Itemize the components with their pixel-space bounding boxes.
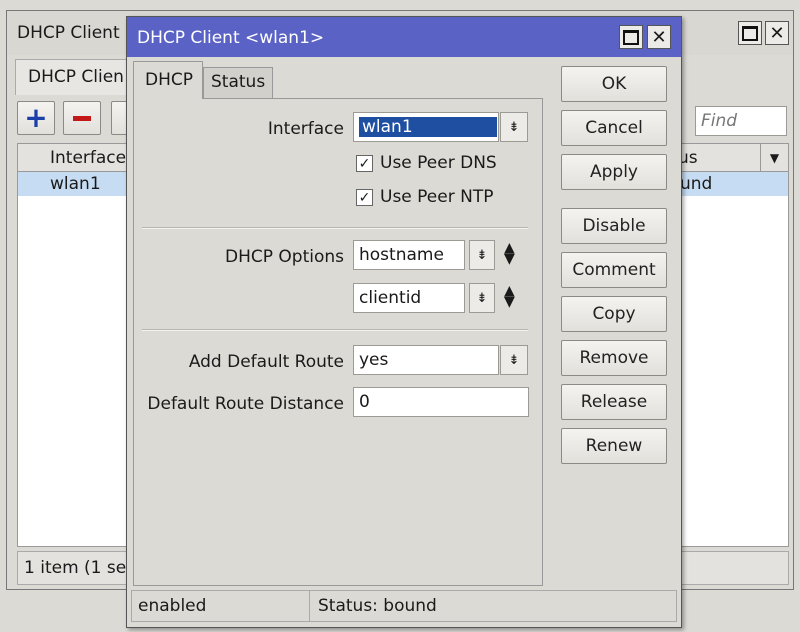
bg-maximize-button[interactable] xyxy=(738,21,762,45)
use-peer-dns-label: Use Peer DNS xyxy=(380,153,497,173)
dropdown-arrow-icon: ⇟ xyxy=(476,247,488,263)
cancel-button[interactable]: Cancel xyxy=(561,110,667,146)
column-menu-button[interactable]: ▼ xyxy=(760,144,788,172)
disable-button[interactable]: Disable xyxy=(561,208,667,244)
remove-toolbar-button[interactable] xyxy=(63,101,101,135)
dhcp-option-1-dropdown[interactable]: ⇟ xyxy=(469,240,495,270)
dhcp-options-label: DHCP Options xyxy=(225,247,344,267)
add-default-route-label: Add Default Route xyxy=(188,352,344,372)
tab-dhcp[interactable]: DHCP xyxy=(133,61,203,99)
dialog-maximize-button[interactable] xyxy=(619,25,643,49)
add-button[interactable]: + xyxy=(17,101,55,135)
dhcp-option-2-reorder-icon[interactable]: ▲ ▼ xyxy=(504,284,515,309)
copy-label: Copy xyxy=(592,304,636,324)
dialog-close-button[interactable]: ✕ xyxy=(647,25,671,49)
tab-dhcp-label: DHCP xyxy=(145,70,193,90)
dialog-title: DHCP Client <wlan1> xyxy=(137,28,325,48)
dhcp-tab-panel: Interface wlan1 ⇟ ✓ Use Peer DNS ✓ Use P… xyxy=(133,98,543,586)
use-peer-ntp-checkbox[interactable]: ✓ xyxy=(356,189,373,206)
maximize-icon xyxy=(623,29,639,45)
triangle-down-icon: ▼ xyxy=(769,151,780,165)
release-button[interactable]: Release xyxy=(561,384,667,420)
release-label: Release xyxy=(580,392,648,412)
remove-label: Remove xyxy=(579,348,649,368)
dhcp-option-1-field[interactable]: hostname xyxy=(353,240,465,270)
default-route-distance-label: Default Route Distance xyxy=(147,394,344,414)
close-icon: ✕ xyxy=(651,26,667,48)
dropdown-arrow-icon: ⇟ xyxy=(508,119,520,135)
find-input[interactable]: Find xyxy=(695,106,787,136)
find-placeholder: Find xyxy=(701,111,738,131)
disable-label: Disable xyxy=(582,216,646,236)
ok-button[interactable]: OK xyxy=(561,66,667,102)
bg-close-button[interactable]: ✕ xyxy=(765,21,789,45)
separator xyxy=(142,329,528,331)
minus-icon xyxy=(73,115,91,121)
bg-footer-text: 1 item (1 se xyxy=(24,558,127,578)
default-route-distance-value: 0 xyxy=(359,392,370,412)
renew-label: Renew xyxy=(585,436,643,456)
col-interface-header[interactable]: Interface xyxy=(50,148,126,168)
dhcp-option-2-value: clientid xyxy=(359,288,422,308)
separator xyxy=(142,227,528,229)
interface-select[interactable]: wlan1 xyxy=(353,112,499,142)
status-bound-text: Status: bound xyxy=(318,596,437,616)
dhcp-option-1-value: hostname xyxy=(359,245,444,265)
dhcp-option-2-field[interactable]: clientid xyxy=(353,283,465,313)
comment-label: Comment xyxy=(572,260,656,280)
row-status: und xyxy=(680,174,713,194)
dhcp-option-1-reorder-icon[interactable]: ▲ ▼ xyxy=(504,241,515,266)
status-enabled: enabled xyxy=(132,591,310,621)
bg-tab-label: DHCP Clien xyxy=(28,67,124,87)
tab-status[interactable]: Status xyxy=(203,67,273,99)
dropdown-arrow-icon: ⇟ xyxy=(508,352,520,368)
copy-button[interactable]: Copy xyxy=(561,296,667,332)
dialog-titlebar[interactable]: DHCP Client <wlan1> ✕ xyxy=(127,17,681,57)
renew-button[interactable]: Renew xyxy=(561,428,667,464)
interface-dropdown-button[interactable]: ⇟ xyxy=(500,112,528,142)
comment-button[interactable]: Comment xyxy=(561,252,667,288)
use-peer-dns-checkbox[interactable]: ✓ xyxy=(356,155,373,172)
remove-button[interactable]: Remove xyxy=(561,340,667,376)
default-route-distance-input[interactable]: 0 xyxy=(353,387,529,417)
add-default-route-select[interactable]: yes xyxy=(353,345,499,375)
cancel-label: Cancel xyxy=(585,118,643,138)
maximize-icon xyxy=(742,25,758,41)
add-default-route-dropdown[interactable]: ⇟ xyxy=(500,345,528,375)
close-icon: ✕ xyxy=(769,22,785,44)
status-enabled-text: enabled xyxy=(138,596,207,616)
apply-label: Apply xyxy=(590,162,638,182)
use-peer-ntp-label: Use Peer NTP xyxy=(380,187,494,207)
apply-button[interactable]: Apply xyxy=(561,154,667,190)
row-interface: wlan1 xyxy=(50,174,101,194)
interface-value: wlan1 xyxy=(359,117,497,137)
check-icon: ✓ xyxy=(358,155,371,172)
tab-status-label: Status xyxy=(211,72,266,92)
interface-label: Interface xyxy=(267,119,344,139)
dhcp-client-dialog: DHCP Client <wlan1> ✕ DHCP Status Interf… xyxy=(126,16,682,628)
ok-label: OK xyxy=(601,74,627,94)
dhcp-option-2-dropdown[interactable]: ⇟ xyxy=(469,283,495,313)
dropdown-arrow-icon: ⇟ xyxy=(476,290,488,306)
check-icon: ✓ xyxy=(358,189,371,206)
status-bar: enabled Status: bound xyxy=(131,590,677,622)
plus-icon: + xyxy=(24,101,48,134)
bg-window-title: DHCP Client xyxy=(17,23,120,43)
add-default-route-value: yes xyxy=(359,350,389,370)
bg-tab[interactable]: DHCP Clien xyxy=(15,59,135,95)
